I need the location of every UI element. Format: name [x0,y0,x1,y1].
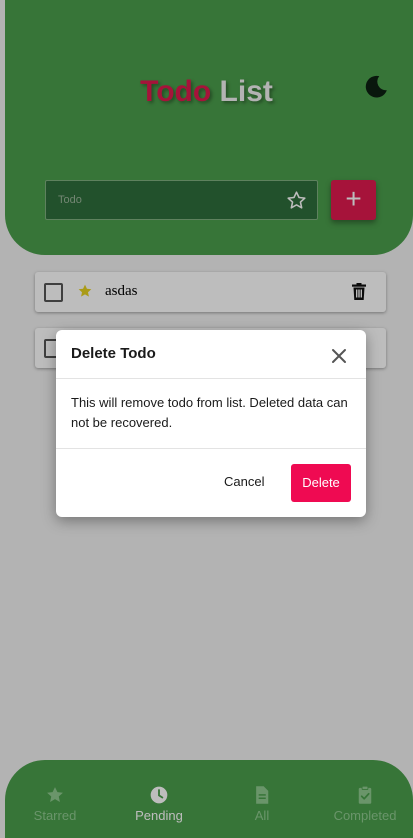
dialog-divider-bottom [56,448,366,449]
dialog-message: This will remove todo from list. Deleted… [71,395,348,430]
todo-app: Todo List Todo + asdas Starred Pending A… [0,0,413,838]
dialog-title: Delete Todo [71,345,156,362]
delete-todo-dialog: Delete Todo This will remove todo from l… [56,330,366,517]
dialog-divider-top [56,378,366,379]
delete-button[interactable]: Delete [291,464,351,502]
cancel-button[interactable]: Cancel [224,474,264,489]
close-icon[interactable] [331,348,347,364]
